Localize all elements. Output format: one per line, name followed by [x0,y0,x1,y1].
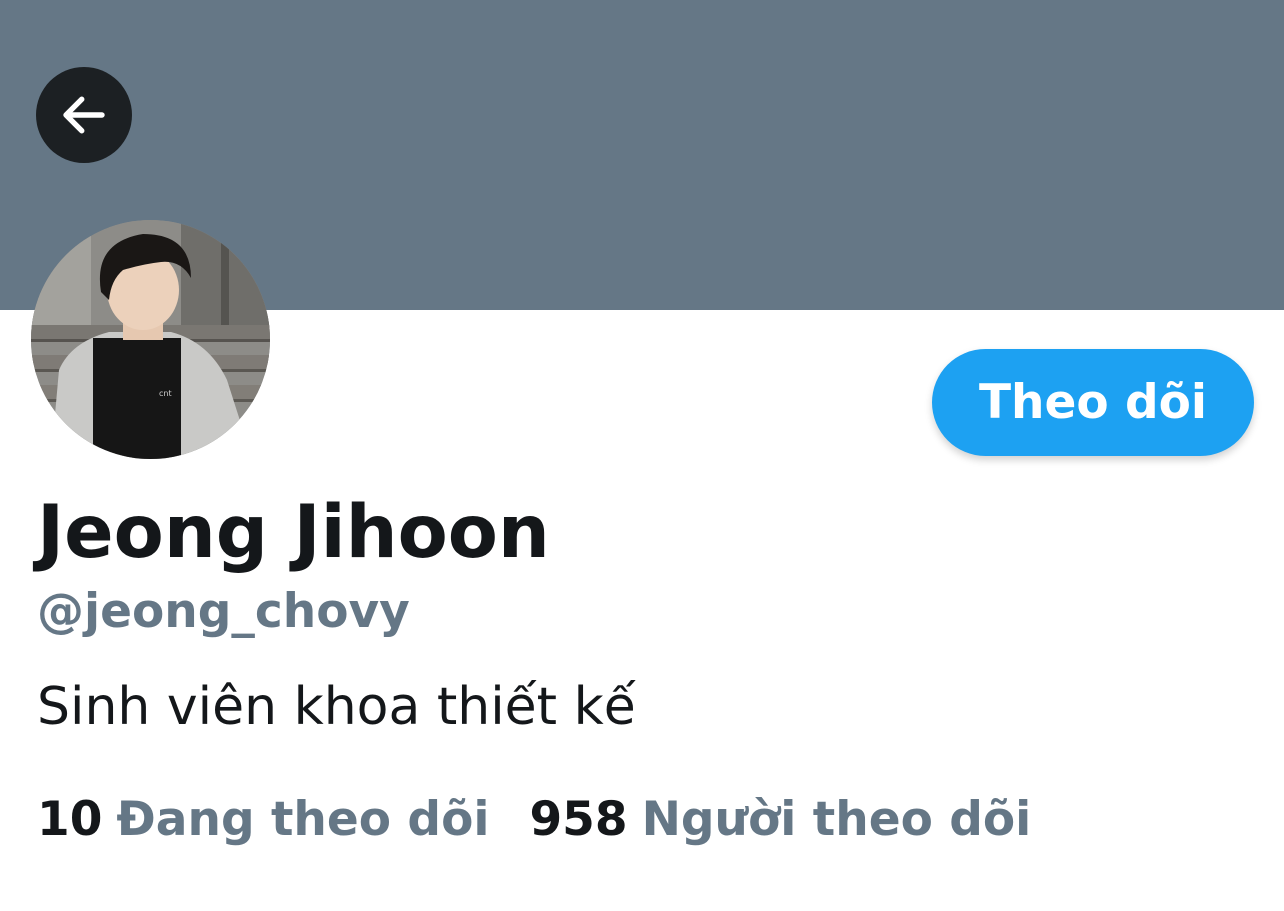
svg-text:cnt: cnt [159,389,172,398]
avatar[interactable]: cnt [31,220,270,459]
user-bio: Sinh viên khoa thiết kế [37,677,636,737]
followers-label: Người theo dõi [641,792,1032,847]
follow-button[interactable]: Theo dõi [932,349,1254,456]
user-handle: @jeong_chovy [37,584,410,639]
display-name: Jeong Jihoon [37,490,550,575]
followers-count: 958 [529,792,628,847]
following-count: 10 [37,792,103,847]
following-stat-link[interactable]: 10 Đang theo dõi [37,796,489,843]
arrow-left-icon [63,96,105,134]
followers-stat-link[interactable]: 958 Người theo dõi [529,796,1031,843]
back-button[interactable] [36,67,132,163]
avatar-photo: cnt [31,220,270,459]
profile-page: cnt Theo dõi Jeong Jihoon @jeong_chovy S… [0,0,1284,911]
profile-stats: 10 Đang theo dõi 958 Người theo dõi [37,796,1031,843]
following-label: Đang theo dõi [116,792,490,847]
